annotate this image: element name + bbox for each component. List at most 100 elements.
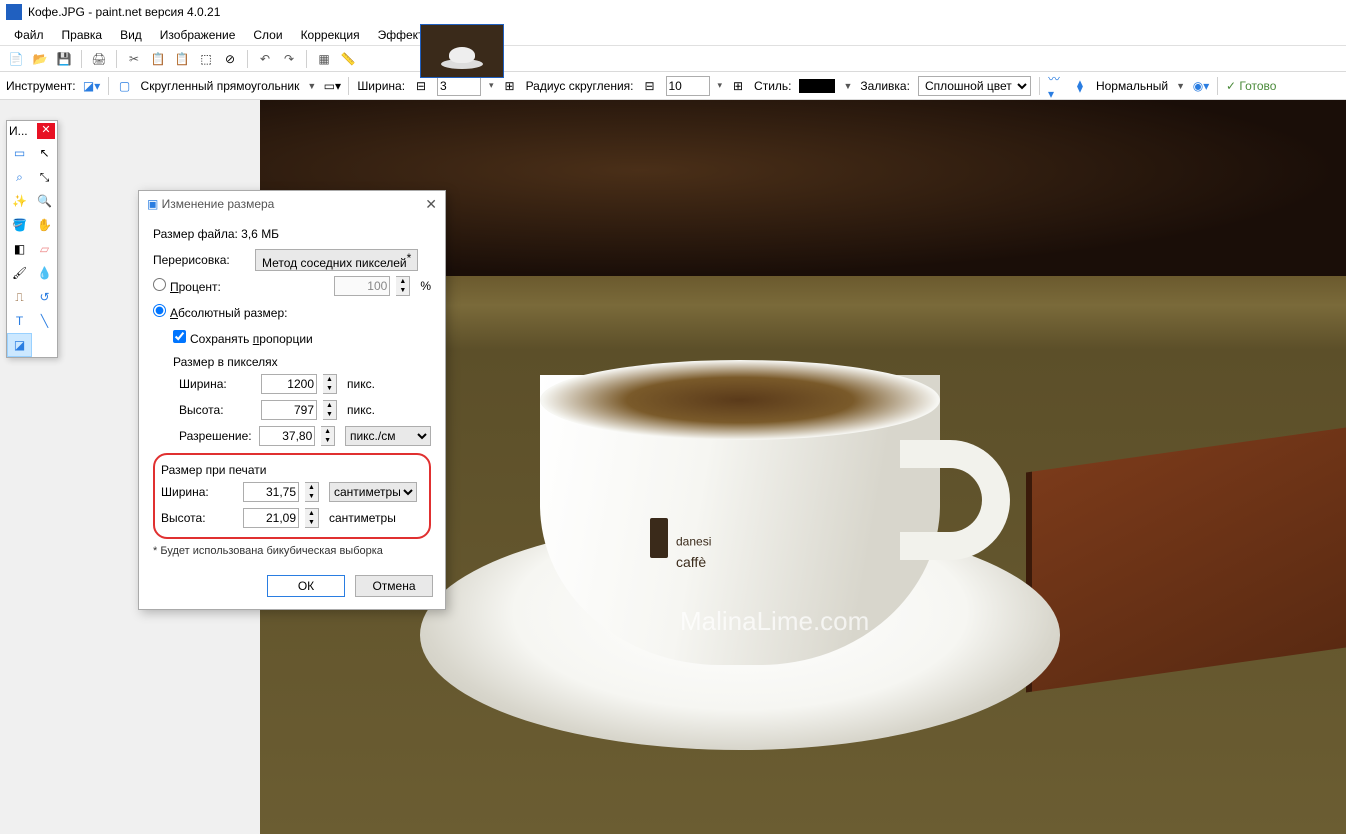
line-tool-icon[interactable]: ╲	[32, 309, 57, 333]
menu-edit[interactable]: Правка	[54, 26, 111, 44]
print-width-unit-select[interactable]: сантиметры	[329, 482, 417, 502]
menu-adjust[interactable]: Коррекция	[293, 26, 368, 44]
menu-file[interactable]: Файл	[6, 26, 52, 44]
options-bar: Инструмент: ◪▾ ▢ Скругленный прямоугольн…	[0, 72, 1346, 100]
logo-subtext: caffè	[676, 554, 711, 570]
percent-radio-label[interactable]: Процент:	[153, 278, 221, 294]
absolute-radio-label[interactable]: Абсолютный размер:	[153, 304, 287, 320]
document-thumbnail[interactable]	[420, 24, 504, 78]
pan-tool-icon[interactable]: ✋	[32, 213, 57, 237]
pixel-width-input[interactable]	[261, 374, 317, 394]
percent-text: роцент:	[179, 280, 221, 294]
app-icon	[6, 4, 22, 20]
tools-titlebar[interactable]: И... ✕	[7, 121, 57, 141]
grid-icon[interactable]: ▦	[314, 49, 334, 69]
logo-text: danesi	[676, 534, 711, 548]
close-icon[interactable]: ✕	[37, 123, 55, 139]
minus-icon[interactable]: ⊟	[642, 78, 658, 94]
print-size-section-label: Размер при печати	[161, 463, 423, 477]
gradient-tool-icon[interactable]: ◧	[7, 237, 32, 261]
resolution-input[interactable]	[259, 426, 315, 446]
menu-view[interactable]: Вид	[112, 26, 150, 44]
height-label: Высота:	[179, 403, 255, 417]
move-tool-icon[interactable]: ↖	[32, 141, 57, 165]
resample-label: Перерисовка:	[153, 253, 249, 267]
menu-image[interactable]: Изображение	[152, 26, 244, 44]
radius-input[interactable]	[666, 76, 710, 96]
shape-label[interactable]: Скругленный прямоугольник	[141, 79, 300, 93]
print-height-input[interactable]	[243, 508, 299, 528]
pixel-height-spinner[interactable]: ▲▼	[323, 400, 337, 420]
dialog-buttons: ОК Отмена	[139, 567, 445, 609]
width-input[interactable]	[437, 76, 481, 96]
rounded-rect-icon[interactable]: ▢	[117, 78, 133, 94]
text-tool-icon[interactable]: T	[7, 309, 32, 333]
resize-dialog[interactable]: ▣ Изменение размера ✕ Размер файла: 3,6 …	[138, 190, 446, 610]
percent-radio[interactable]	[153, 278, 166, 291]
zoom-tool-icon[interactable]: 🔍	[32, 189, 57, 213]
paste-icon[interactable]: 📋	[172, 49, 192, 69]
absolute-radio[interactable]	[153, 304, 166, 317]
menu-layers[interactable]: Слои	[245, 26, 290, 44]
redo-icon[interactable]: ↷	[279, 49, 299, 69]
antialias-icon[interactable]: 〰▾	[1048, 78, 1064, 94]
keep-ratio-label[interactable]: Сохранять пропорции	[173, 330, 313, 346]
cut-icon[interactable]: ✂	[124, 49, 144, 69]
instrument-label: Инструмент:	[6, 79, 76, 93]
close-icon[interactable]: ✕	[425, 196, 437, 213]
tools-window[interactable]: И... ✕ ▭ ↖ ⌕ ⤡ ✨ 🔍 🪣 ✋ ◧ ▱ 🖌 💧 ⎍ ↺ T ╲ ◪	[6, 120, 58, 358]
deselect-icon[interactable]: ⊘	[220, 49, 240, 69]
chevron-down-icon[interactable]: ▼	[843, 81, 852, 91]
copy-icon[interactable]: 📋	[148, 49, 168, 69]
print-width-input[interactable]	[243, 482, 299, 502]
ruler-icon[interactable]: 📏	[338, 49, 358, 69]
brush-tool-icon[interactable]: 🖌	[7, 261, 32, 285]
image-logo: danesi caffè	[650, 518, 711, 570]
separator	[81, 50, 82, 68]
blend-label[interactable]: Нормальный	[1096, 79, 1168, 93]
ok-button[interactable]: ОК	[267, 575, 345, 597]
resolution-spinner[interactable]: ▲▼	[321, 426, 335, 446]
clone-tool-icon[interactable]: ⎍	[7, 285, 32, 309]
lasso-tool-icon[interactable]: ⌕	[7, 165, 32, 189]
print-height-spinner[interactable]: ▲▼	[305, 508, 319, 528]
rect-select-tool-icon[interactable]: ▭	[7, 141, 32, 165]
keep-ratio-checkbox[interactable]	[173, 330, 186, 343]
resample-combo[interactable]: Метод соседних пикселей*	[255, 249, 418, 271]
separator	[108, 77, 109, 95]
style-swatch[interactable]	[799, 79, 835, 93]
open-icon[interactable]: 📂	[30, 49, 50, 69]
pixel-width-spinner[interactable]: ▲▼	[323, 374, 337, 394]
paintbucket-tool-icon[interactable]: 🪣	[7, 213, 32, 237]
recolor-tool-icon[interactable]: ↺	[32, 285, 57, 309]
separator	[348, 77, 349, 95]
dialog-titlebar[interactable]: ▣ Изменение размера ✕	[139, 191, 445, 217]
undo-icon[interactable]: ↶	[255, 49, 275, 69]
chevron-down-icon[interactable]: ▼	[307, 81, 316, 91]
pixel-height-input[interactable]	[261, 400, 317, 420]
shape-mode-icon[interactable]: ▭▾	[324, 78, 340, 94]
print-width-spinner[interactable]: ▲▼	[305, 482, 319, 502]
chevron-down-icon[interactable]: ▾	[489, 80, 494, 91]
plus-icon[interactable]: ⊞	[730, 78, 746, 94]
empty-tool-slot	[32, 333, 57, 357]
new-icon[interactable]: 📄	[6, 49, 26, 69]
magic-wand-tool-icon[interactable]: ✨	[7, 189, 32, 213]
save-icon[interactable]: 💾	[54, 49, 74, 69]
plus-icon[interactable]: ⊞	[502, 78, 518, 94]
chevron-down-icon[interactable]: ▼	[1176, 81, 1185, 91]
move-selection-tool-icon[interactable]: ⤡	[32, 165, 57, 189]
resolution-unit-select[interactable]: пикс./см	[345, 426, 431, 446]
blend-icon[interactable]: ⧫	[1072, 78, 1088, 94]
eyedropper-tool-icon[interactable]: 💧	[32, 261, 57, 285]
cancel-button[interactable]: Отмена	[355, 575, 433, 597]
eraser-tool-icon[interactable]: ▱	[32, 237, 57, 261]
shape-tool-icon[interactable]: ◪▾	[84, 78, 100, 94]
alpha-icon[interactable]: ◉▾	[1193, 78, 1209, 94]
minus-icon[interactable]: ⊟	[413, 78, 429, 94]
crop-icon[interactable]: ⬚	[196, 49, 216, 69]
chevron-down-icon[interactable]: ▾	[718, 80, 723, 91]
print-icon[interactable]: 🖨	[89, 49, 109, 69]
shapes-tool-icon[interactable]: ◪	[7, 333, 32, 357]
fill-select[interactable]: Сплошной цвет	[918, 76, 1031, 96]
